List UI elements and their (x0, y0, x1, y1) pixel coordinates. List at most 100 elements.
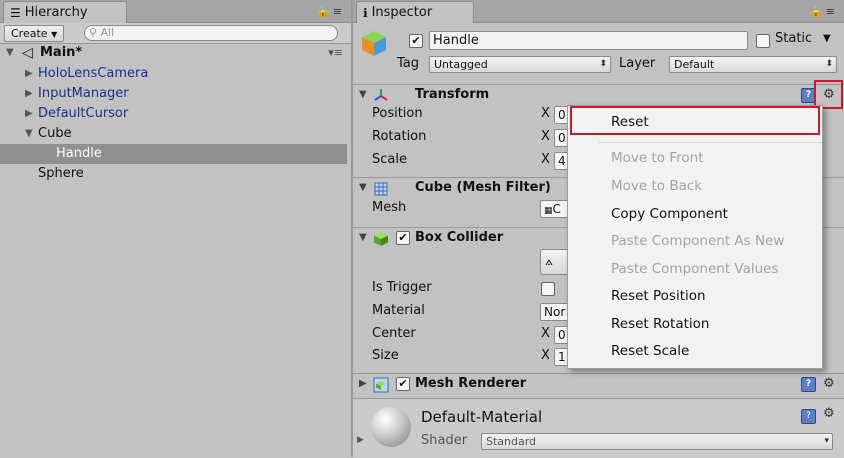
mesh-label: Mesh (372, 200, 407, 215)
collapse-arrow-icon[interactable]: ▼ (359, 228, 367, 248)
menu-separator (598, 142, 822, 143)
chevron-down-icon: ▼ (51, 30, 58, 39)
menu-item-move-to-back[interactable]: Move to Back (611, 178, 702, 194)
object-name-value: Handle (433, 33, 479, 48)
axis-x-label: X (541, 152, 550, 167)
scale-label: Scale (372, 152, 407, 167)
static-checkbox[interactable] (756, 34, 770, 48)
menu-item-paste-component-as-new[interactable]: Paste Component As New (611, 233, 784, 249)
create-button-label: Create (11, 27, 48, 40)
unity-scene-icon: ◁ (22, 45, 33, 61)
expand-arrow-icon[interactable]: ▶ (25, 64, 33, 84)
scale-x-value: 4 (558, 154, 566, 168)
hierarchy-tabbar: ☰ Hierarchy 🔒≡ (0, 0, 351, 23)
expand-arrow-icon[interactable]: ▶ (359, 374, 367, 394)
box-collider-enabled-checkbox[interactable]: ✔ (396, 231, 410, 245)
expand-arrow-icon[interactable]: ▶ (357, 435, 364, 445)
hierarchy-item-sphere[interactable]: Sphere (0, 164, 351, 184)
edit-collider-icon: ⟑ (545, 254, 553, 269)
menu-item-copy-component[interactable]: Copy Component (611, 206, 728, 222)
create-button[interactable]: Create ▼ (4, 25, 65, 42)
inspector-tab[interactable]: ℹ Inspector (356, 1, 474, 23)
menu-item-reset-rotation[interactable]: Reset Rotation (611, 316, 709, 332)
inspector-tab-title: Inspector (371, 5, 433, 20)
is-trigger-checkbox[interactable] (541, 282, 555, 296)
static-dropdown-arrow-icon[interactable]: ▼ (823, 33, 831, 44)
expand-arrow-icon[interactable]: ▶ (25, 104, 33, 124)
component-context-menu: Reset Move to Front Move to Back Copy Co… (567, 105, 823, 369)
menu-icon[interactable]: ≡ (826, 5, 838, 18)
hierarchy-item-label: Cube (38, 126, 72, 141)
mesh-renderer-icon (373, 375, 389, 395)
axis-x-label: X (541, 348, 550, 363)
expand-arrow-icon[interactable]: ▼ (6, 43, 14, 63)
material-name: Default-Material (421, 408, 543, 426)
hierarchy-item-label: InputManager (38, 86, 129, 101)
chevron-updown-icon: ⬍ (599, 59, 607, 69)
expand-arrow-icon[interactable]: ▶ (25, 84, 33, 104)
mesh-small-icon: ▦ (544, 206, 553, 216)
hierarchy-item-cube[interactable]: ▼ Cube (0, 124, 351, 144)
gear-icon[interactable]: ⚙ (823, 374, 835, 394)
scene-menu-icon[interactable]: ▾≡ (328, 43, 343, 63)
rotation-label: Rotation (372, 129, 427, 144)
tag-dropdown[interactable]: Untagged ⬍ (429, 56, 611, 73)
menu-item-reset-position[interactable]: Reset Position (611, 288, 706, 304)
hierarchy-tab-title: Hierarchy (24, 5, 88, 20)
hierarchy-tab[interactable]: ☰ Hierarchy (3, 1, 127, 23)
is-trigger-label: Is Trigger (372, 280, 432, 295)
layer-dropdown[interactable]: Default ⬍ (669, 56, 837, 73)
position-x-value: 0 (558, 108, 566, 122)
hierarchy-tab-icons: 🔒≡ (316, 5, 345, 18)
transform-header[interactable]: ▼ Transform ? ⚙ (353, 84, 844, 105)
help-icon[interactable]: ? (801, 377, 816, 392)
mesh-renderer-header[interactable]: ▶ ✔ Mesh Renderer ? ⚙ (353, 373, 844, 394)
hierarchy-toolbar: Create ▼ ⚲ All (0, 23, 351, 44)
material-label: Material (372, 303, 425, 318)
menu-item-reset-scale[interactable]: Reset Scale (611, 343, 689, 359)
collapse-arrow-icon[interactable]: ▼ (25, 124, 33, 144)
scene-row[interactable]: ▼ ◁ Main* ▾≡ (0, 43, 351, 63)
layer-value: Default (674, 58, 715, 71)
menu-item-move-to-front[interactable]: Move to Front (611, 150, 703, 166)
axis-x-label: X (541, 129, 550, 144)
box-collider-title: Box Collider (415, 230, 504, 245)
gear-icon[interactable]: ⚙ (823, 406, 835, 421)
hierarchy-item-label: Handle (56, 146, 102, 161)
chevron-down-icon: ▾ (824, 436, 829, 446)
menu-item-paste-component-values[interactable]: Paste Component Values (611, 261, 779, 277)
help-icon[interactable]: ? (801, 409, 816, 424)
hierarchy-item-label: HoloLensCamera (38, 66, 149, 81)
lock-icon[interactable]: 🔒 (809, 5, 826, 18)
scene-name: Main* (40, 45, 83, 60)
hierarchy-item-input-manager[interactable]: ▶ InputManager (0, 84, 351, 104)
lock-icon[interactable]: 🔒 (316, 5, 333, 18)
shader-value: Standard (486, 435, 537, 448)
mesh-filter-title: Cube (Mesh Filter) (415, 180, 551, 195)
search-input[interactable]: ⚲ All (84, 25, 338, 41)
center-x-value: 0 (558, 328, 566, 342)
hierarchy-item-default-cursor[interactable]: ▶ DefaultCursor (0, 104, 351, 124)
reset-highlight-box (570, 106, 820, 135)
tag-label: Tag (397, 56, 420, 71)
shader-label: Shader (421, 433, 468, 448)
inspector-tabbar: ℹ Inspector 🔒≡ (353, 0, 844, 23)
shader-dropdown[interactable]: Standard ▾ (481, 433, 833, 450)
mesh-value: C (552, 202, 561, 216)
hierarchy-item-holo-lens-camera[interactable]: ▶ HoloLensCamera (0, 64, 351, 84)
collapse-arrow-icon[interactable]: ▼ (359, 178, 367, 198)
search-icon: ⚲ (89, 26, 98, 39)
active-checkbox[interactable]: ✔ (409, 34, 423, 48)
box-collider-icon (373, 229, 389, 249)
collapse-arrow-icon[interactable]: ▼ (359, 85, 367, 105)
menu-icon[interactable]: ≡ (333, 5, 345, 18)
mesh-filter-icon (373, 179, 389, 199)
object-name-field[interactable]: Handle (429, 31, 748, 50)
hierarchy-icon: ☰ (10, 5, 21, 20)
layer-label: Layer (619, 56, 656, 71)
mesh-renderer-enabled-checkbox[interactable]: ✔ (396, 377, 410, 391)
center-label: Center (372, 326, 416, 341)
info-icon: ℹ (363, 5, 368, 20)
hierarchy-item-handle[interactable]: Handle (0, 144, 347, 164)
rotation-x-value: 0 (558, 131, 566, 145)
